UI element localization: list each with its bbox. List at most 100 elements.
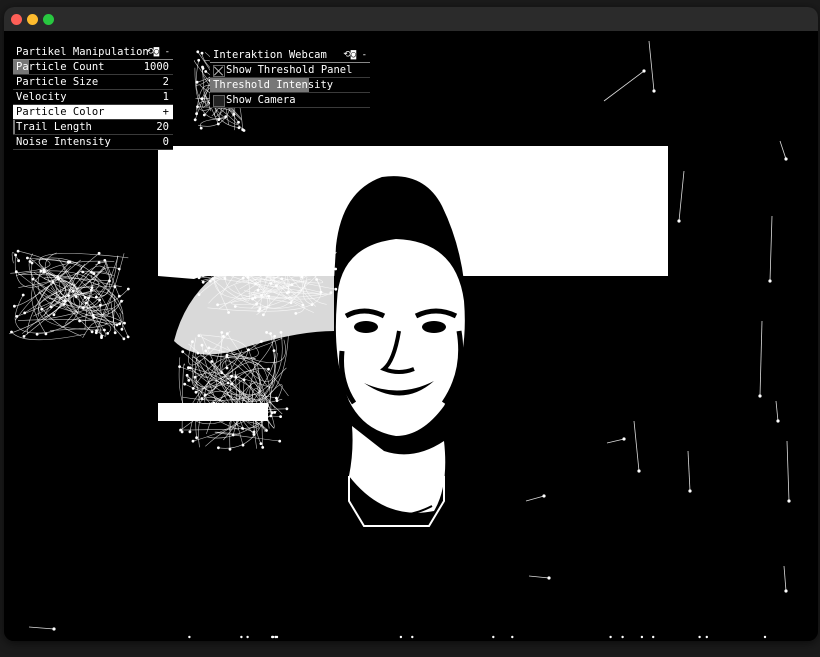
particle	[266, 235, 269, 239]
particle	[622, 437, 626, 441]
show-threshold-toggle[interactable]: Show Threshold Panel	[210, 63, 370, 78]
show-camera-toggle[interactable]: Show Camera	[210, 93, 370, 108]
panel-controls-icon[interactable]: ⟲◙ -	[146, 45, 170, 59]
zoom-button[interactable]	[43, 14, 54, 25]
particle	[210, 360, 214, 363]
particle	[191, 439, 195, 443]
particle-count-slider[interactable]: Particle Count 1000	[13, 60, 173, 75]
particle	[122, 337, 126, 341]
particle	[652, 89, 656, 93]
particle	[275, 399, 279, 402]
particle	[117, 294, 121, 298]
particle	[201, 65, 204, 69]
particle	[64, 299, 67, 303]
particle	[279, 415, 282, 418]
particle	[547, 576, 551, 580]
slider-value: 20	[156, 121, 169, 133]
particle-trail	[528, 575, 550, 579]
particle	[241, 128, 245, 132]
panel-title: Interaktion Webcam	[213, 49, 327, 61]
particle	[188, 430, 192, 434]
particle	[256, 254, 260, 258]
particle	[261, 242, 265, 246]
app-window: Partikel Manipulation ⟲◙ - Particle Coun…	[4, 7, 818, 641]
particle	[294, 312, 298, 315]
particle-trail	[687, 450, 691, 492]
particle	[183, 382, 187, 386]
slider-value: 0	[162, 136, 169, 148]
particle	[204, 349, 208, 353]
particle	[40, 307, 44, 311]
title-bar[interactable]	[4, 7, 818, 31]
particle	[15, 315, 19, 318]
particle	[642, 69, 646, 73]
particle	[220, 331, 224, 334]
checkbox-icon[interactable]	[213, 95, 225, 107]
particle	[290, 283, 294, 287]
particle	[542, 494, 546, 498]
particle	[317, 235, 321, 239]
panel-controls-icon[interactable]: ⟲◙ -	[343, 48, 367, 62]
particle	[197, 58, 201, 62]
particle	[44, 332, 48, 336]
panel-title: Partikel Manipulation	[16, 46, 149, 58]
particle	[208, 279, 212, 283]
slider-value: 2	[162, 76, 169, 88]
particle	[758, 394, 762, 398]
particle-trail	[775, 400, 779, 422]
noise-intensity-slider[interactable]: Noise Intensity 0	[13, 135, 173, 150]
panel-header[interactable]: Partikel Manipulation ⟲◙ -	[13, 45, 173, 60]
particle	[211, 277, 215, 281]
particle	[609, 635, 612, 639]
particle	[267, 294, 271, 298]
particle-color-picker[interactable]: Particle Color +	[13, 105, 173, 120]
particle	[262, 270, 266, 273]
particle	[199, 406, 203, 410]
particle	[199, 126, 203, 130]
particle-size-slider[interactable]: Particle Size 2	[13, 75, 173, 90]
particle	[21, 293, 25, 297]
close-button[interactable]	[11, 14, 22, 25]
particle	[273, 334, 276, 338]
particle	[115, 323, 119, 327]
particle	[776, 419, 780, 423]
particle-trail	[14, 294, 54, 334]
expand-icon[interactable]: +	[163, 105, 169, 119]
particle	[197, 293, 201, 296]
particle	[246, 408, 249, 412]
particle	[17, 259, 20, 263]
minimize-button[interactable]	[27, 14, 38, 25]
particle	[97, 251, 101, 255]
particle	[280, 277, 284, 281]
particle	[265, 429, 268, 432]
checkbox-icon[interactable]	[213, 65, 225, 77]
particle	[320, 238, 324, 242]
particle	[272, 349, 276, 352]
particle	[242, 378, 246, 382]
particle	[251, 297, 255, 301]
particle	[261, 446, 265, 449]
particle	[204, 70, 208, 73]
particle	[197, 276, 201, 280]
particle	[195, 436, 199, 440]
particle	[763, 635, 767, 639]
panel-header[interactable]: Interaktion Webcam ⟲◙ -	[210, 48, 370, 63]
toggle-label: Show Threshold Panel	[226, 64, 353, 76]
particle	[246, 635, 249, 639]
particle-trail	[759, 320, 763, 397]
particle	[334, 267, 337, 271]
particle	[511, 635, 514, 639]
particle	[787, 499, 791, 503]
velocity-slider[interactable]: Velocity 1	[13, 90, 173, 105]
particle	[688, 489, 692, 493]
particle	[621, 635, 624, 639]
particle	[207, 346, 211, 350]
threshold-intensity-slider[interactable]: Threshold Intensity	[210, 78, 370, 93]
webcam-interaction-panel: Interaktion Webcam ⟲◙ - Show Threshold P…	[210, 48, 370, 108]
particle	[123, 321, 126, 325]
particle	[235, 237, 239, 241]
particle	[22, 335, 26, 338]
trail-length-slider[interactable]: Trail Length 20	[13, 120, 173, 135]
particle	[52, 313, 56, 317]
particle-canvas[interactable]: Partikel Manipulation ⟲◙ - Particle Coun…	[4, 31, 818, 641]
